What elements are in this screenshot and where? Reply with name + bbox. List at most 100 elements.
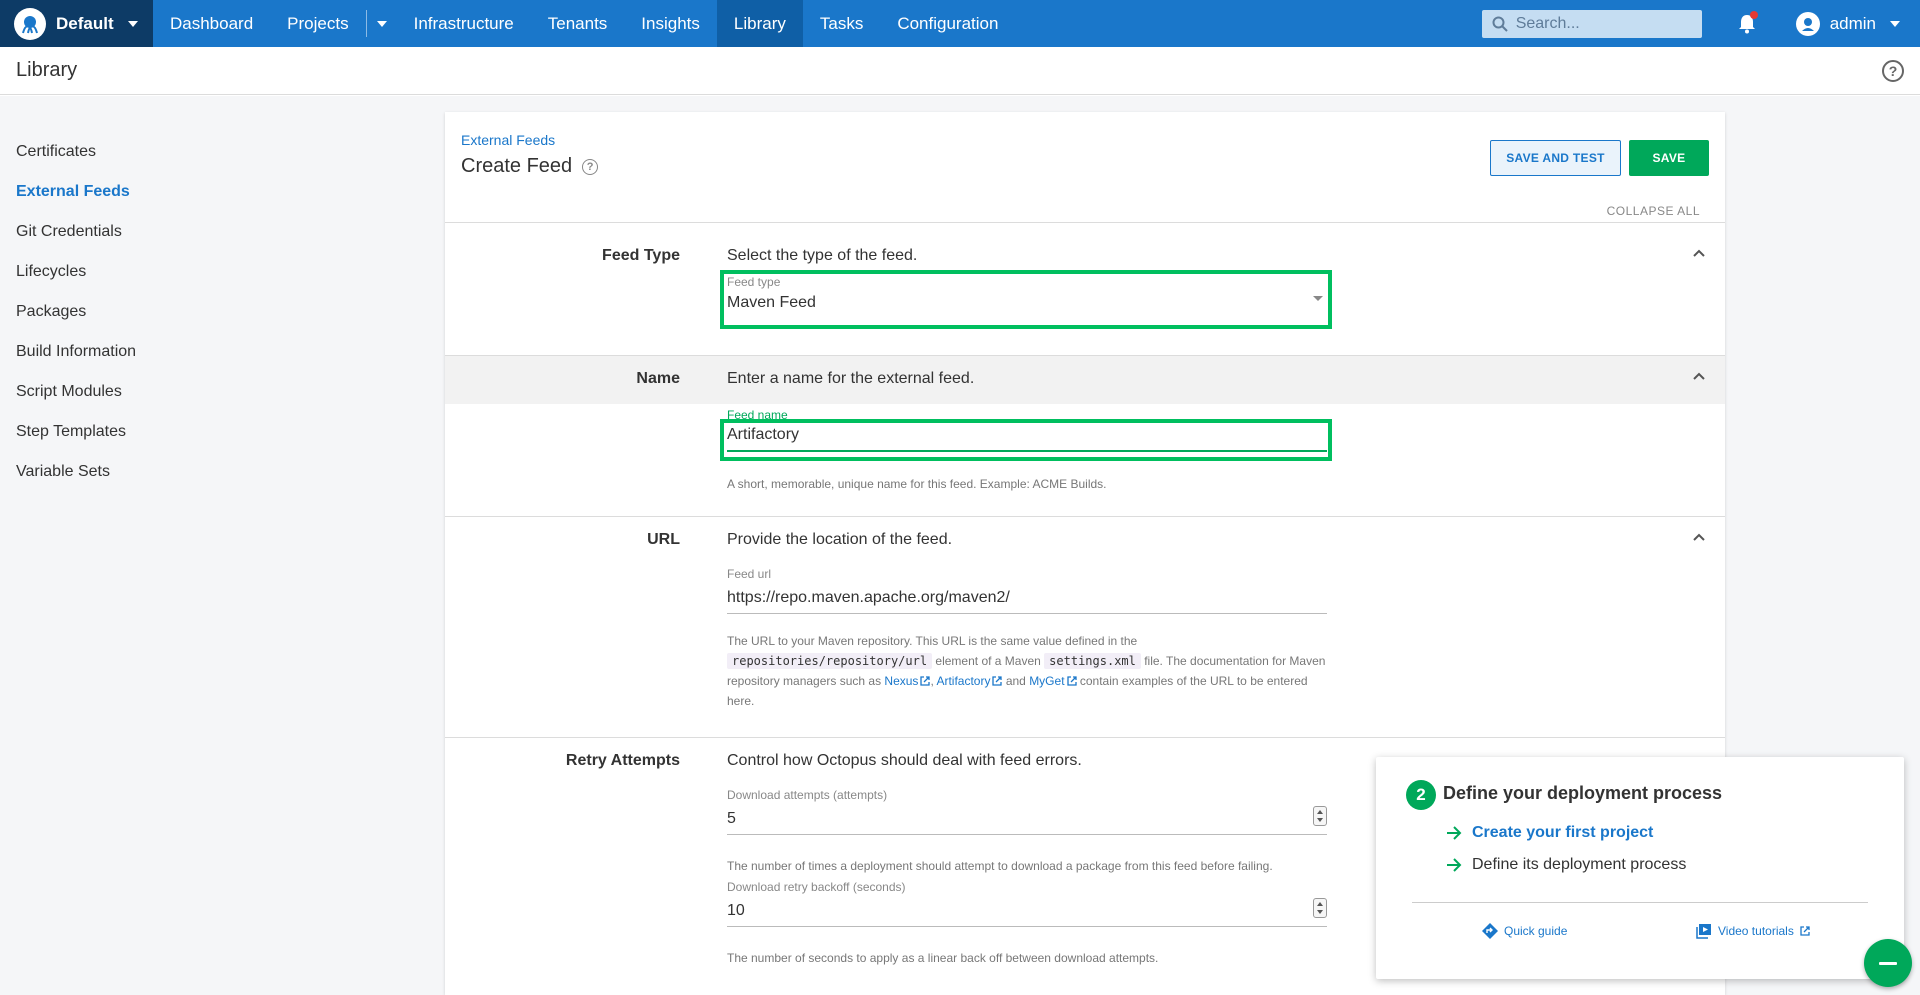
url-help-text: The URL to your Maven repository. This U… — [727, 634, 1326, 708]
breadcrumb[interactable]: External Feeds — [461, 132, 555, 148]
user-menu[interactable]: admin — [1795, 11, 1900, 36]
quick-guide-link[interactable]: Quick guide — [1482, 923, 1567, 939]
sidebar-item-git-credentials[interactable]: Git Credentials — [16, 223, 122, 241]
avatar — [1795, 11, 1820, 36]
arrow-right-icon — [1447, 858, 1462, 872]
feed-url-input[interactable]: Feed url https://repo.maven.apache.org/m… — [727, 567, 1327, 614]
define-process-item: Define its deployment process — [1446, 856, 1686, 874]
external-link-icon — [992, 676, 1003, 686]
external-link-icon — [1066, 676, 1077, 686]
sidebar-item-variable-sets[interactable]: Variable Sets — [16, 463, 110, 481]
nav-configuration[interactable]: Configuration — [880, 0, 1015, 47]
search-input[interactable] — [1515, 14, 1686, 33]
link-label: Quick guide — [1504, 924, 1568, 938]
number-stepper-icon[interactable] — [1313, 898, 1327, 918]
section-description: Select the type of the feed. — [727, 247, 918, 264]
save-button[interactable]: SAVE — [1629, 140, 1709, 176]
number-stepper-icon[interactable] — [1313, 806, 1327, 826]
sidebar-item-build-information[interactable]: Build Information — [16, 343, 136, 361]
link-label: MyGet — [1029, 674, 1065, 688]
collapse-all-button[interactable]: COLLAPSE ALL — [1607, 204, 1700, 218]
sidebar-item-certificates[interactable]: Certificates — [16, 143, 96, 161]
sidebar-item-external-feeds[interactable]: External Feeds — [16, 183, 130, 201]
projects-dropdown-button[interactable] — [367, 0, 397, 47]
help-text: The number of seconds to apply as a line… — [727, 951, 1159, 965]
link-label: Video tutorials — [1718, 924, 1794, 938]
create-first-project-link[interactable]: Create your first project — [1446, 824, 1653, 842]
notifications-button[interactable] — [1732, 10, 1762, 34]
field-label: Feed url — [727, 567, 772, 581]
item-label: Define its deployment process — [1472, 856, 1687, 873]
space-name: Default — [56, 13, 114, 33]
artifactory-link[interactable]: Artifactory — [936, 674, 1003, 688]
nav-tenants[interactable]: Tenants — [531, 0, 625, 47]
download-attempts-value: 5 — [727, 810, 736, 827]
step-number-badge: 2 — [1406, 780, 1436, 810]
section-name: Name Enter a name for the external feed.… — [445, 355, 1725, 516]
section-description: Provide the location of the feed. — [727, 531, 953, 548]
divider — [1412, 902, 1868, 903]
highlight-box — [720, 270, 1332, 329]
link-label: Create your first project — [1472, 824, 1654, 841]
nav-projects[interactable]: Projects — [270, 0, 365, 47]
form-title: Create Feed ? — [461, 155, 599, 178]
download-backoff-value: 10 — [727, 902, 745, 919]
onboarding-title: Define your deployment process — [1443, 783, 1723, 803]
feed-url-value: https://repo.maven.apache.org/maven2/ — [727, 589, 1010, 606]
search-icon — [1492, 16, 1508, 32]
input-underline — [727, 834, 1327, 835]
nav-dashboard[interactable]: Dashboard — [153, 0, 270, 47]
highlight-box — [720, 419, 1332, 461]
myget-link[interactable]: MyGet — [1029, 674, 1077, 688]
page-title: Library — [16, 59, 78, 81]
minimize-onboarding-button[interactable] — [1864, 939, 1912, 987]
search-box — [1481, 9, 1702, 38]
link-label: Artifactory — [936, 674, 991, 688]
nav-tasks[interactable]: Tasks — [803, 0, 880, 47]
download-backoff-input[interactable]: Download retry backoff (seconds) 10 — [727, 880, 1327, 927]
nexus-link[interactable]: Nexus — [884, 674, 931, 688]
section-label: Name — [636, 370, 680, 387]
section-label: Retry Attempts — [565, 752, 680, 769]
help-icon[interactable]: ? — [582, 158, 599, 175]
space-switcher[interactable]: Default — [0, 0, 153, 47]
top-navigation: Default Dashboard Projects Infrastructur… — [0, 0, 1920, 47]
field-label: Download retry backoff (seconds) — [727, 880, 906, 894]
sidebar-item-packages[interactable]: Packages — [16, 303, 86, 321]
code-snippet: repositories/repository/url — [727, 653, 933, 669]
page-header: Library ? — [0, 47, 1920, 95]
code-snippet: settings.xml — [1044, 653, 1141, 669]
section-url: URL Provide the location of the feed. Fe… — [445, 516, 1725, 737]
download-attempts-input[interactable]: Download attempts (attempts) 5 — [727, 788, 1327, 835]
video-tutorials-link[interactable]: Video tutorials — [1696, 923, 1810, 939]
nav-infrastructure[interactable]: Infrastructure — [397, 0, 531, 47]
save-and-test-button[interactable]: SAVE AND TEST — [1490, 140, 1621, 176]
nav-library[interactable]: Library — [716, 0, 803, 47]
sidebar-item-step-templates[interactable]: Step Templates — [16, 423, 126, 441]
nav-insights[interactable]: Insights — [624, 0, 717, 47]
minus-icon — [1879, 961, 1897, 965]
chevron-up-icon[interactable] — [1693, 249, 1705, 261]
input-underline — [727, 613, 1327, 614]
video-library-icon — [1696, 924, 1711, 939]
chevron-down-icon — [1890, 20, 1900, 27]
user-name: admin — [1829, 13, 1876, 33]
sidebar-item-script-modules[interactable]: Script Modules — [16, 383, 122, 401]
arrow-right-icon — [1447, 826, 1462, 840]
directions-icon — [1482, 923, 1498, 939]
chevron-down-icon — [376, 20, 387, 27]
external-link-icon — [1800, 926, 1810, 936]
form-title-text: Create Feed — [461, 155, 573, 177]
sidebar-item-lifecycles[interactable]: Lifecycles — [16, 263, 86, 281]
chevron-up-icon[interactable] — [1693, 533, 1705, 545]
notification-dot — [1749, 10, 1758, 19]
section-description: Control how Octopus should deal with fee… — [727, 752, 1082, 769]
help-text-part: and — [1005, 674, 1026, 688]
external-link-icon — [920, 676, 931, 686]
help-text-part: element of a Maven — [935, 654, 1041, 668]
section-description: Enter a name for the external feed. — [727, 370, 975, 387]
chevron-up-icon[interactable] — [1693, 372, 1705, 384]
octopus-logo-icon — [14, 7, 46, 40]
help-icon[interactable]: ? — [1882, 59, 1904, 82]
section-label: Feed Type — [602, 247, 680, 264]
